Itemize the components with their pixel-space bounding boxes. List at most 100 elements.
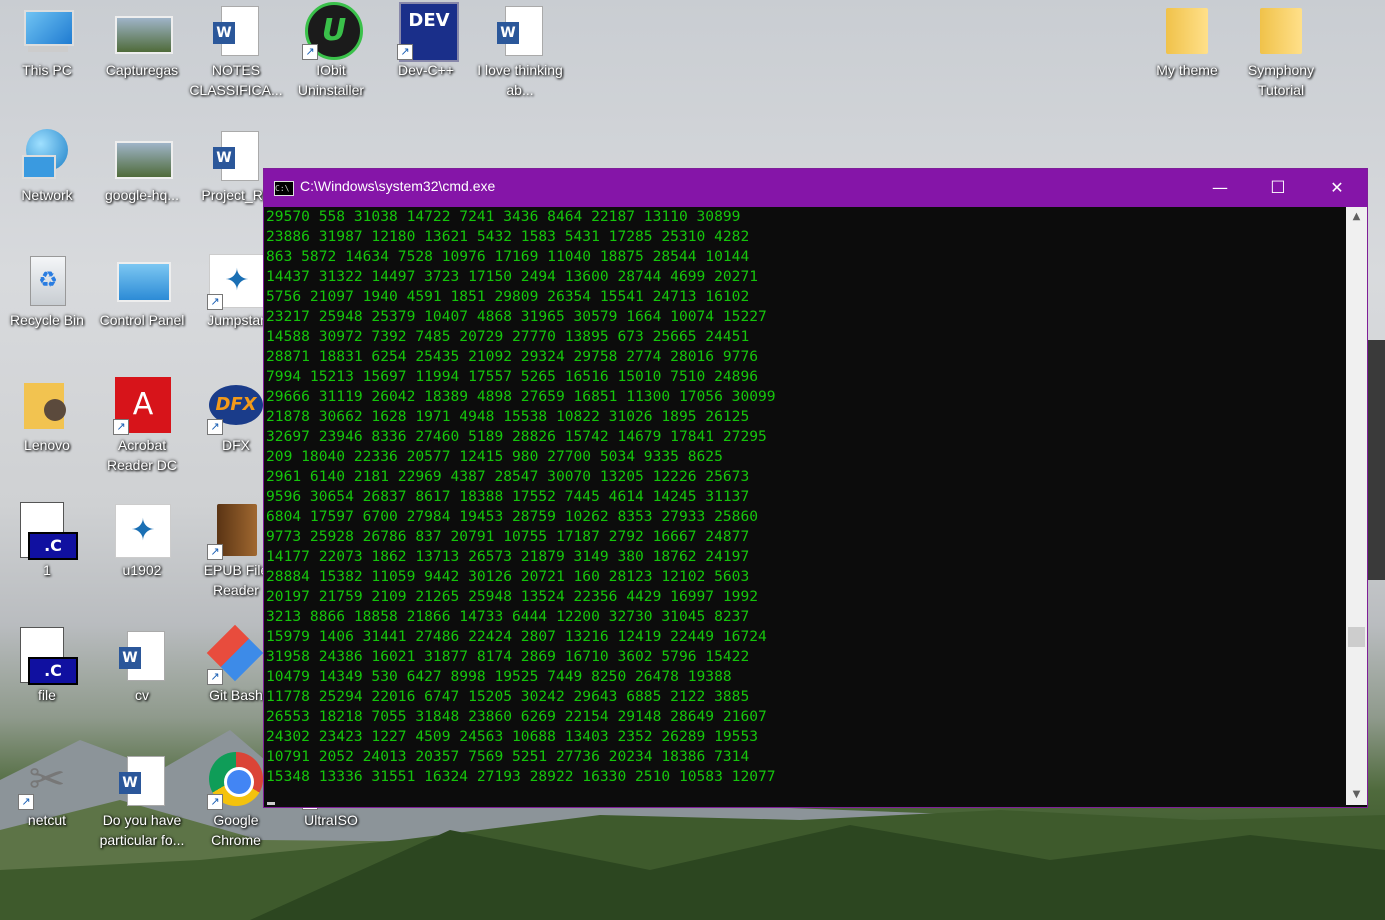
desktop-icon-label: Google Chrome: [211, 812, 261, 848]
desktop-icon-lenovo[interactable]: Lenovo: [0, 377, 94, 455]
desktop-icon-label: UltraISO: [304, 812, 358, 828]
console-line: 7994 15213 15697 11994 17557 5265 16516 …: [266, 368, 759, 385]
shortcut-arrow-icon: ↗: [302, 44, 318, 60]
close-button[interactable]: ✕: [1308, 169, 1366, 207]
console-line: 26553 18218 7055 31848 23860 6269 22154 …: [266, 708, 767, 725]
shortcut-arrow-icon: ↗: [207, 544, 223, 560]
desktop-icon-iobit-uninstaller[interactable]: U ↗ IObit Uninstaller: [284, 2, 378, 100]
console-line: 11778 25294 22016 6747 15205 30242 29643…: [266, 688, 750, 705]
console-line: 2961 6140 2181 22969 4387 28547 30070 13…: [266, 468, 750, 485]
desktop-icon-acrobat-reader-dc[interactable]: A ↗ Acrobat Reader DC: [95, 377, 189, 475]
desktop-icon-i-love-thinking-ab[interactable]: WI love thinking ab...: [473, 2, 567, 100]
c-file-icon: .C: [18, 502, 78, 560]
desktop-icon-dev-c[interactable]: DEV ↗ Dev-C++: [379, 2, 473, 80]
user-folder-icon: [18, 377, 76, 435]
scroll-up-button[interactable]: ▲: [1346, 207, 1367, 227]
recycle-bin-icon: ♻: [18, 252, 76, 310]
desktop-icon-label: NOTES CLASSIFICA...: [189, 62, 283, 98]
app-icon: ✦ ↗: [207, 252, 265, 310]
app-icon: ✦: [113, 502, 171, 560]
word-doc-icon: W: [207, 127, 265, 185]
console-line: 9596 30654 26837 8617 18388 17552 7445 4…: [266, 488, 750, 505]
desktop-icon-label: This PC: [22, 62, 72, 78]
cmd-window[interactable]: C:\ C:\Windows\system32\cmd.exe — ☐ ✕ 29…: [263, 168, 1368, 808]
maximize-button[interactable]: ☐: [1249, 169, 1307, 207]
console-line: 32697 23946 8336 27460 5189 28826 15742 …: [266, 428, 767, 445]
iobit-icon: U ↗: [302, 2, 363, 60]
desktop-icon-network[interactable]: Network: [0, 127, 94, 205]
desktop-icon-label: Dev-C++: [397, 62, 455, 78]
desktop-icon-1[interactable]: .C 1: [0, 502, 94, 580]
shortcut-arrow-icon: ↗: [113, 419, 129, 435]
console-line: 5756 21097 1940 4591 1851 29809 26354 15…: [266, 288, 750, 305]
acrobat-icon: A ↗: [113, 377, 171, 435]
console-line: 21878 30662 1628 1971 4948 15538 10822 3…: [266, 408, 750, 425]
word-doc-icon: W: [113, 627, 171, 685]
word-doc-icon: W: [207, 2, 265, 60]
console-line: 29570 558 31038 14722 7241 3436 8464 221…: [266, 208, 741, 225]
desktop-icon-file[interactable]: .C file: [0, 627, 94, 705]
desktop-icon-notes-classifica[interactable]: W NOTES CLASSIFICA...: [189, 2, 283, 100]
desktop-icon-recycle-bin[interactable]: ♻ Recycle Bin: [0, 252, 94, 330]
console-line: 14437 31322 14497 3723 17150 2494 13600 …: [266, 268, 759, 285]
desktop-icon-label: netcut: [27, 812, 67, 828]
scroll-thumb[interactable]: [1348, 627, 1365, 647]
console-line: 15979 1406 31441 27486 22424 2807 13216 …: [266, 628, 767, 645]
desktop-icon-control-panel[interactable]: Control Panel: [95, 252, 189, 330]
computer-icon: [18, 2, 76, 60]
vertical-scrollbar[interactable]: ▲ ▼: [1346, 207, 1367, 805]
shortcut-arrow-icon: ↗: [207, 669, 223, 685]
desktop-icon-label: Control Panel: [99, 312, 185, 328]
devcpp-icon: DEV ↗: [397, 2, 459, 62]
scroll-down-button[interactable]: ▼: [1346, 785, 1367, 805]
shortcut-arrow-icon: ↗: [397, 44, 413, 60]
console-line: 23217 25948 25379 10407 4868 31965 30579…: [266, 308, 767, 325]
folder-icon: [1252, 2, 1310, 60]
console-line: 6804 17597 6700 27984 19453 28759 10262 …: [266, 508, 759, 525]
text-cursor: [267, 802, 275, 805]
desktop-icon-my-theme[interactable]: My theme: [1140, 2, 1234, 80]
word-doc-icon: W: [113, 752, 171, 810]
desktop-icon-netcut[interactable]: ✂ ↗ netcut: [0, 752, 94, 830]
git-icon: ↗: [206, 624, 265, 685]
console-line: 28871 18831 6254 25435 21092 29324 29758…: [266, 348, 759, 365]
desktop-icon-cv[interactable]: Wcv: [95, 627, 189, 705]
console-line: 20197 21759 2109 21265 25948 13524 22356…: [266, 588, 759, 605]
console-line: 23886 31987 12180 13621 5432 1583 5431 1…: [266, 228, 750, 245]
control-panel-icon: [113, 252, 171, 310]
desktop-icon-symphony-tutorial[interactable]: Symphony Tutorial: [1234, 2, 1328, 100]
desktop-icon-u1902[interactable]: ✦ u1902: [95, 502, 189, 580]
console-line: 14177 22073 1862 13713 26573 21879 3149 …: [266, 548, 750, 565]
desktop-icon-label: u1902: [122, 562, 162, 578]
minimize-button[interactable]: —: [1191, 169, 1249, 207]
desktop-icon-label: Lenovo: [24, 437, 70, 453]
desktop-icon-label: I love thinking ab...: [477, 62, 563, 98]
console-line: 15348 13336 31551 16324 27193 28922 1633…: [266, 768, 776, 785]
desktop-icon-google-hq[interactable]: google-hq...: [95, 127, 189, 205]
desktop-icon-label: My theme: [1156, 62, 1218, 78]
desktop-icon-label: Acrobat Reader DC: [106, 437, 178, 473]
console-line: 24302 23423 1227 4509 24563 10688 13403 …: [266, 728, 759, 745]
shortcut-arrow-icon: ↗: [207, 419, 223, 435]
desktop-icon-label: cv: [135, 687, 149, 703]
folder-icon: [1158, 2, 1216, 60]
console-line: 31958 24386 16021 31877 8174 2869 16710 …: [266, 648, 750, 665]
console-output[interactable]: 29570 558 31038 14722 7241 3436 8464 221…: [266, 207, 1344, 805]
desktop-icon-capturegas[interactable]: Capturegas: [95, 2, 189, 80]
title-bar[interactable]: C:\ C:\Windows\system32\cmd.exe — ☐ ✕: [264, 169, 1367, 207]
scissors-icon: ✂ ↗: [18, 752, 76, 810]
desktop-icon-label: Recycle Bin: [10, 312, 84, 328]
console-line: 29666 31119 26042 18389 4898 27659 16851…: [266, 388, 776, 405]
window-title: C:\Windows\system32\cmd.exe: [300, 178, 496, 194]
image-icon: [113, 2, 173, 60]
dfx-icon: DFX ↗: [207, 377, 265, 435]
cmd-icon: C:\: [274, 181, 294, 196]
desktop-icon-label: Do you have particular fo...: [99, 812, 185, 848]
shortcut-arrow-icon: ↗: [207, 794, 223, 810]
desktop-icon-this-pc[interactable]: This PC: [0, 2, 94, 80]
desktop-icon-label: Capturegas: [105, 62, 179, 78]
desktop-icon-label: IObit Uninstaller: [297, 62, 365, 98]
desktop-icon-do-you-have-particular-fo[interactable]: W Do you have particular fo...: [95, 752, 189, 850]
console-line: 863 5872 14634 7528 10976 17169 11040 18…: [266, 248, 750, 265]
console-line: 9773 25928 26786 837 20791 10755 17187 2…: [266, 528, 750, 545]
